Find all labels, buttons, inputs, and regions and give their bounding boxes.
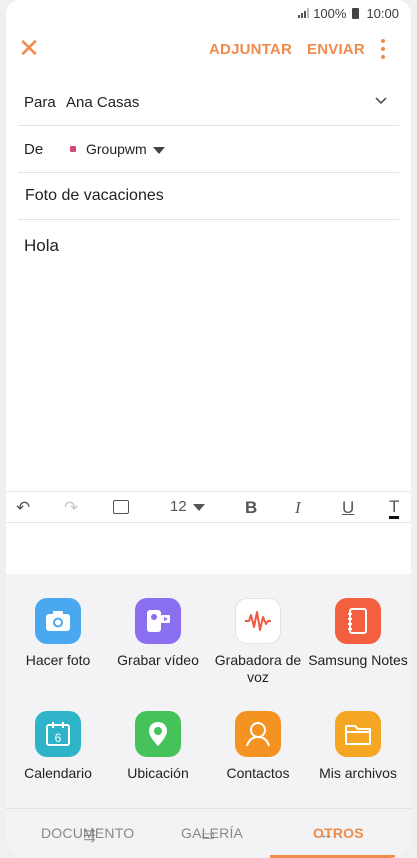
account-color-icon [70, 146, 76, 152]
attach-button[interactable]: ADJUNTAR [209, 41, 292, 58]
italic-button[interactable]: I [295, 498, 301, 518]
email-compose-screen: 100% 10:00 ✕ ADJUNTAR ENVIAR Para Ana Ca… [6, 0, 411, 858]
attachment-tabs: DOCUMENTO GALERÍA OTROS ⇶ ▭ ← [6, 808, 411, 858]
attach-label: Ubicación [127, 765, 189, 781]
close-icon[interactable]: ✕ [18, 35, 40, 61]
text-color-button[interactable]: T [389, 498, 400, 519]
dropdown-arrow-icon[interactable] [152, 146, 165, 154]
attach-record-video[interactable]: Grabar vídeo [108, 598, 208, 669]
font-size-select[interactable]: 12 [170, 498, 205, 515]
font-size-value: 12 [170, 498, 187, 515]
attach-label: Calendario [24, 765, 92, 781]
folder-icon [335, 711, 381, 757]
clock: 10:00 [366, 5, 399, 21]
attach-contacts[interactable]: Contactos [208, 711, 308, 782]
attach-take-photo[interactable]: Hacer foto [8, 598, 108, 669]
attach-voice-recorder[interactable]: Grabadora de voz [208, 598, 308, 686]
attach-my-files[interactable]: Mis archivos [308, 711, 408, 782]
attach-label: Mis archivos [319, 765, 397, 781]
home-icon[interactable]: ▭ [201, 826, 215, 844]
bold-button[interactable]: B [245, 498, 257, 518]
battery-percent: 100% [313, 5, 347, 21]
calendar-day: 6 [55, 731, 62, 745]
attach-calendar[interactable]: 6 Calendario [8, 711, 108, 782]
from-label: De [24, 140, 44, 158]
attach-samsung-notes[interactable]: Samsung Notes [308, 598, 408, 669]
video-record-icon [135, 598, 181, 644]
compose-toolbar: ✕ ADJUNTAR ENVIAR [6, 26, 411, 72]
attachment-panel: Hacer foto Grabar vídeo Grabadora de voz… [6, 574, 411, 858]
status-bar: 100% 10:00 [6, 0, 411, 26]
from-field[interactable]: De Groupwm [18, 126, 399, 173]
undo-icon[interactable]: ↶ [16, 498, 30, 518]
format-toolbar: ↶ ↷ 12 B I U T [6, 491, 411, 523]
from-account[interactable]: Groupwm [86, 141, 147, 157]
back-icon[interactable]: ← [319, 826, 334, 843]
send-button[interactable]: ENVIAR [307, 41, 365, 58]
chevron-down-icon[interactable] [375, 95, 387, 107]
underline-button[interactable]: U [342, 498, 354, 518]
location-pin-icon [135, 711, 181, 757]
more-options-icon[interactable] [378, 39, 388, 59]
subject-input[interactable]: Foto de vacaciones [18, 187, 164, 205]
insert-image-icon[interactable] [113, 500, 129, 514]
dropdown-arrow-icon [192, 504, 205, 511]
attach-label: Grabar vídeo [117, 652, 199, 668]
attach-location[interactable]: Ubicación [108, 711, 208, 782]
calendar-icon: 6 [35, 711, 81, 757]
notes-icon [335, 598, 381, 644]
redo-icon[interactable]: ↷ [64, 498, 78, 518]
to-field[interactable]: Para Ana Casas [18, 79, 399, 126]
attach-label: Hacer foto [25, 652, 91, 668]
subject-field[interactable]: Foto de vacaciones [18, 173, 399, 220]
contacts-icon [235, 711, 281, 757]
attach-label: Grabadora de voz [214, 652, 302, 685]
to-label: Para [24, 93, 56, 111]
attach-label: Contactos [226, 765, 290, 781]
battery-icon [352, 7, 360, 19]
to-recipient[interactable]: Ana Casas [66, 94, 139, 111]
attach-label: Samsung Notes [308, 652, 408, 668]
voice-recorder-icon [235, 598, 281, 644]
message-body[interactable]: Hola [24, 236, 59, 256]
recent-apps-icon[interactable]: ⇶ [83, 826, 96, 844]
signal-icon [298, 8, 310, 18]
camera-icon [35, 598, 81, 644]
